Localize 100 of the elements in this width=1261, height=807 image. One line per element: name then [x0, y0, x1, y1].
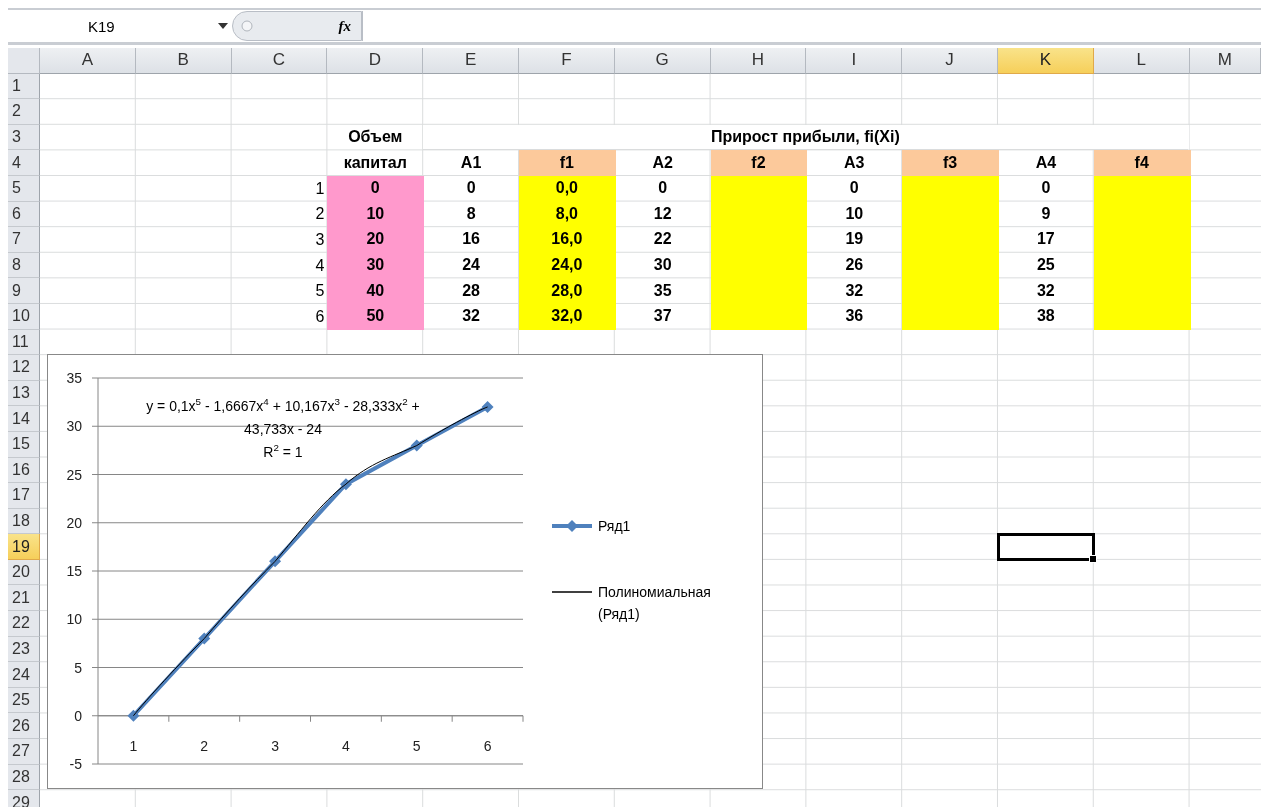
- table-header: A4: [1034, 152, 1058, 173]
- row-header[interactable]: 15: [8, 431, 40, 458]
- row-header[interactable]: 23: [8, 636, 40, 663]
- row-header[interactable]: 9: [8, 278, 40, 304]
- row-header[interactable]: 12: [8, 355, 40, 381]
- row-header[interactable]: 5: [8, 175, 40, 202]
- row-header[interactable]: 4: [8, 150, 40, 176]
- row-header[interactable]: 27: [8, 739, 40, 765]
- caret-icon: [218, 23, 228, 29]
- row-number: 4: [314, 255, 326, 276]
- column-header[interactable]: M: [1189, 48, 1261, 74]
- legend-label: Полиномиальная (Ряд1): [598, 583, 712, 624]
- row-header[interactable]: 3: [8, 124, 40, 151]
- row-number: 1: [314, 178, 326, 199]
- row-header[interactable]: 28: [8, 764, 40, 791]
- row-header[interactable]: 10: [8, 303, 40, 330]
- row-number: 6: [314, 306, 326, 327]
- row-header[interactable]: 13: [8, 380, 40, 407]
- row-header[interactable]: 25: [8, 687, 40, 714]
- trendline-equation: y = 0,1x$^{5}$ - 1,6667x$^{4}$ + 10,167x$^{3}$ - 28,333x$^{2}$ + 43,733x - 24: [145, 395, 421, 439]
- row-header[interactable]: 21: [8, 585, 40, 612]
- table-cell-text: 0: [1040, 178, 1052, 199]
- table-cell-text: 19: [844, 229, 865, 250]
- row-header[interactable]: 24: [8, 662, 40, 688]
- axis-label: 5: [412, 737, 421, 754]
- table-cell-text: 30: [652, 255, 673, 276]
- name-box[interactable]: K19: [8, 11, 232, 41]
- row-header[interactable]: 20: [8, 559, 40, 586]
- table-cell-text: 35: [652, 280, 673, 301]
- axis-label: 2: [200, 737, 209, 754]
- table-cell-text: 24: [461, 255, 481, 276]
- row-header[interactable]: 17: [8, 483, 40, 509]
- column-header[interactable]: K: [997, 48, 1094, 74]
- column-header[interactable]: G: [614, 48, 711, 74]
- row-header[interactable]: 14: [8, 406, 40, 432]
- table-cell-text: 9: [1040, 203, 1052, 224]
- group-header: Прирост прибыли, fi(Xi): [423, 124, 1189, 151]
- row-header[interactable]: 19: [8, 534, 40, 560]
- column-header[interactable]: E: [423, 48, 519, 74]
- table-cell-text: 36: [844, 306, 865, 327]
- table-cell-text: 10: [844, 203, 865, 224]
- table-cell: 30: [327, 252, 425, 279]
- axis-label: 3: [271, 737, 279, 754]
- table-cell-text: 0: [465, 178, 477, 199]
- row-header[interactable]: 1: [8, 73, 40, 100]
- axis-label: 15: [66, 563, 82, 579]
- column-header[interactable]: B: [135, 48, 232, 74]
- table-cell-text: 25: [1035, 255, 1056, 276]
- table-cell: 0: [327, 175, 425, 202]
- row-header[interactable]: 29: [8, 790, 40, 807]
- table-cell: 50: [327, 303, 425, 330]
- table-cell: 40: [327, 278, 425, 304]
- column-header[interactable]: A: [40, 48, 136, 74]
- table-cell-text: 22: [652, 229, 673, 250]
- handle-icon[interactable]: [241, 20, 253, 32]
- column-header[interactable]: F: [519, 48, 615, 74]
- select-all-button[interactable]: [8, 48, 40, 74]
- row-header[interactable]: 16: [8, 457, 40, 484]
- row-header[interactable]: 8: [8, 252, 40, 279]
- table-cell: 0,0: [519, 175, 616, 202]
- column-header[interactable]: H: [710, 48, 807, 74]
- column-header[interactable]: C: [231, 48, 328, 74]
- table-cell-text: 8: [465, 203, 477, 224]
- legend-label: Ряд1: [598, 517, 632, 536]
- row-header[interactable]: 26: [8, 713, 40, 740]
- row-header[interactable]: 7: [8, 227, 40, 253]
- table-cell-text: 17: [1035, 229, 1056, 250]
- table-header: f4: [1093, 150, 1191, 176]
- table-cell: 24,0: [519, 252, 616, 279]
- row-header[interactable]: 22: [8, 611, 40, 637]
- table-cell: 32,0: [519, 303, 616, 330]
- axis-label: -5: [69, 756, 82, 772]
- table-cell-text: 32: [461, 306, 481, 327]
- table-cell-text: 26: [844, 255, 865, 276]
- row-number: 5: [314, 281, 326, 302]
- table-header: f3: [902, 150, 999, 176]
- table-cell-text: 0: [848, 178, 860, 199]
- axis-label: 5: [74, 659, 82, 676]
- table-header: Объем капитал: [342, 127, 408, 173]
- row-header[interactable]: 6: [8, 201, 40, 228]
- table-cell-text: 12: [652, 203, 673, 224]
- row-header[interactable]: 2: [8, 99, 40, 125]
- axis-label: 0: [74, 707, 82, 724]
- insert-function-button[interactable]: fx: [338, 17, 351, 35]
- row-header[interactable]: 11: [8, 329, 40, 356]
- table-header: A1: [459, 152, 483, 173]
- table-header: A2: [651, 152, 674, 173]
- column-header[interactable]: J: [902, 48, 998, 74]
- table-cell-text: 0: [657, 178, 669, 199]
- table-cell-text: 16: [461, 229, 481, 250]
- table-cell-text: 32: [1035, 280, 1056, 301]
- axis-label: 30: [66, 418, 82, 435]
- table-cell-text: 38: [1035, 306, 1056, 327]
- column-header[interactable]: D: [327, 48, 424, 74]
- row-header[interactable]: 18: [8, 508, 40, 535]
- cell-cursor[interactable]: [996, 533, 1095, 561]
- column-header[interactable]: I: [806, 48, 903, 74]
- table-cell: 16,0: [519, 227, 616, 253]
- column-header[interactable]: L: [1093, 48, 1190, 74]
- axis-label: 10: [66, 611, 82, 628]
